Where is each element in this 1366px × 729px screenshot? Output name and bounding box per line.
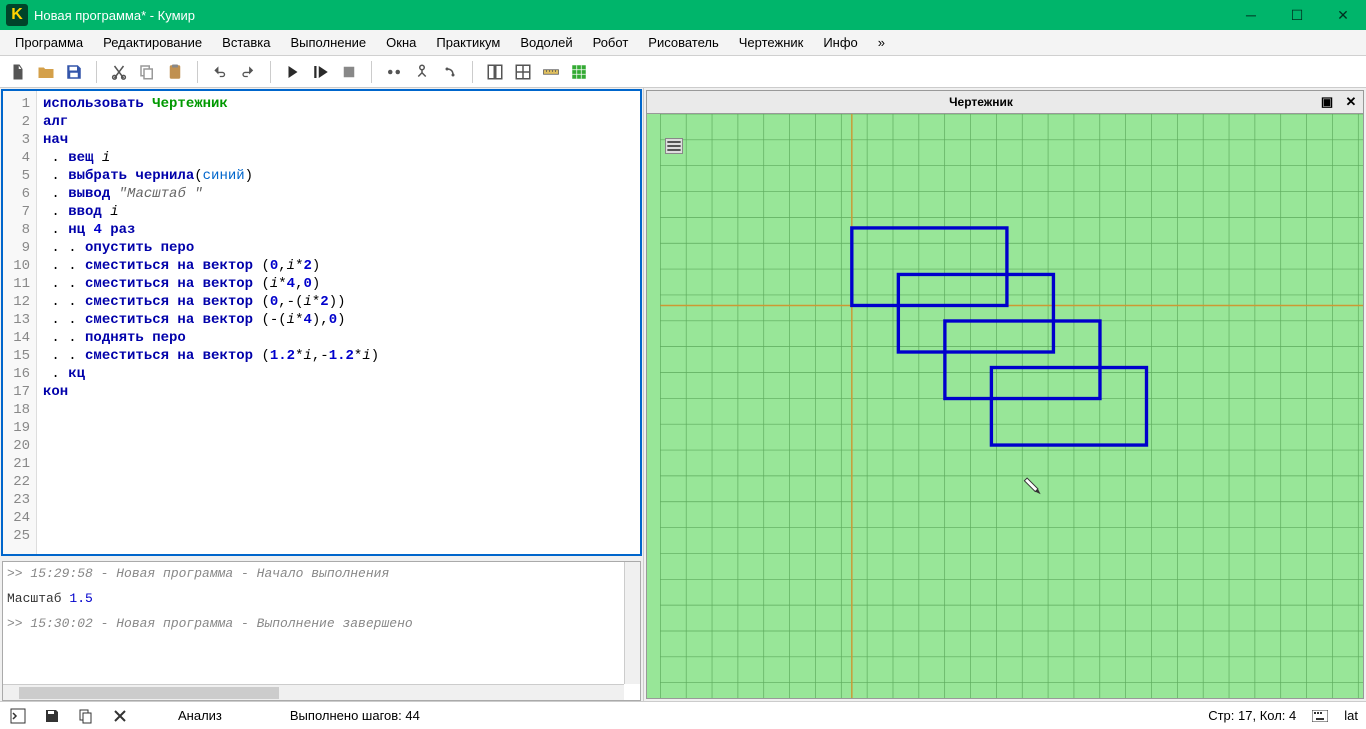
toolbar bbox=[0, 56, 1366, 88]
sb-cursor-pos: Стр: 17, Кол: 4 bbox=[1208, 708, 1296, 723]
drawer-canvas[interactable] bbox=[646, 114, 1364, 699]
code-editor[interactable]: 1234567891011121314151617181920212223242… bbox=[1, 89, 642, 556]
sb-save-icon[interactable] bbox=[42, 706, 62, 726]
canvas-menu-button[interactable] bbox=[665, 138, 683, 154]
sb-steps-label: Выполнено шагов: 44 bbox=[290, 708, 420, 723]
sb-copy-icon[interactable] bbox=[76, 706, 96, 726]
menu-item-10[interactable]: Инфо bbox=[814, 32, 866, 53]
menu-item-8[interactable]: Рисователь bbox=[639, 32, 727, 53]
run-button[interactable] bbox=[281, 60, 305, 84]
algorithm-button[interactable] bbox=[410, 60, 434, 84]
drawer-close-button[interactable]: ✕ bbox=[1339, 94, 1363, 110]
stop-button[interactable] bbox=[337, 60, 361, 84]
sb-kbd-layout: lat bbox=[1344, 708, 1358, 723]
drawer-maximize-button[interactable]: ▣ bbox=[1315, 94, 1339, 110]
sb-analysis-label[interactable]: Анализ bbox=[178, 708, 222, 723]
menu-item-7[interactable]: Робот bbox=[584, 32, 638, 53]
step-button[interactable] bbox=[309, 60, 333, 84]
drawer-panel-header: Чертежник ▣ ✕ bbox=[646, 90, 1364, 114]
paste-button[interactable] bbox=[163, 60, 187, 84]
window-title: Новая программа* - Кумир bbox=[34, 8, 1228, 23]
cut-button[interactable] bbox=[107, 60, 131, 84]
menu-item-11[interactable]: » bbox=[869, 32, 894, 53]
layout2-button[interactable] bbox=[511, 60, 535, 84]
sb-console-icon[interactable] bbox=[8, 706, 28, 726]
minimize-button[interactable]: ─ bbox=[1228, 0, 1274, 30]
console[interactable]: >> 15:29:58 - Новая программа - Начало в… bbox=[2, 561, 641, 701]
menu-item-2[interactable]: Вставка bbox=[213, 32, 279, 53]
console-vscroll[interactable] bbox=[624, 562, 640, 684]
menu-item-4[interactable]: Окна bbox=[377, 32, 425, 53]
line-gutter: 1234567891011121314151617181920212223242… bbox=[3, 91, 37, 554]
menu-item-6[interactable]: Водолей bbox=[511, 32, 581, 53]
undo-button[interactable] bbox=[208, 60, 232, 84]
save-file-button[interactable] bbox=[62, 60, 86, 84]
trace-button[interactable] bbox=[438, 60, 462, 84]
menu-item-0[interactable]: Программа bbox=[6, 32, 92, 53]
app-icon: K bbox=[6, 4, 28, 26]
menubar: ПрограммаРедактированиеВставкаВыполнение… bbox=[0, 30, 1366, 56]
open-file-button[interactable] bbox=[34, 60, 58, 84]
new-file-button[interactable] bbox=[6, 60, 30, 84]
statusbar: Анализ Выполнено шагов: 44 Стр: 17, Кол:… bbox=[0, 701, 1366, 729]
ruler-button[interactable] bbox=[539, 60, 563, 84]
sb-keyboard-icon[interactable] bbox=[1310, 706, 1330, 726]
menu-item-5[interactable]: Практикум bbox=[427, 32, 509, 53]
maximize-button[interactable]: ☐ bbox=[1274, 0, 1320, 30]
drawer-panel-title: Чертежник bbox=[647, 95, 1315, 109]
layout1-button[interactable] bbox=[483, 60, 507, 84]
menu-item-3[interactable]: Выполнение bbox=[281, 32, 375, 53]
redo-button[interactable] bbox=[236, 60, 260, 84]
code-area[interactable]: использовать Чертежникалгнач . вещ i . в… bbox=[37, 91, 385, 554]
breakpoint-button[interactable] bbox=[382, 60, 406, 84]
menu-item-1[interactable]: Редактирование bbox=[94, 32, 211, 53]
console-io-line: Масштаб 1.5 bbox=[7, 591, 636, 606]
sb-delete-icon[interactable] bbox=[110, 706, 130, 726]
grid-button[interactable] bbox=[567, 60, 591, 84]
console-hscroll[interactable] bbox=[3, 684, 624, 700]
copy-button[interactable] bbox=[135, 60, 159, 84]
console-log-line: >> 15:30:02 - Новая программа - Выполнен… bbox=[7, 616, 636, 631]
close-button[interactable]: ✕ bbox=[1320, 0, 1366, 30]
menu-item-9[interactable]: Чертежник bbox=[730, 32, 813, 53]
titlebar: K Новая программа* - Кумир ─ ☐ ✕ bbox=[0, 0, 1366, 30]
console-log-line: >> 15:29:58 - Новая программа - Начало в… bbox=[7, 566, 636, 581]
